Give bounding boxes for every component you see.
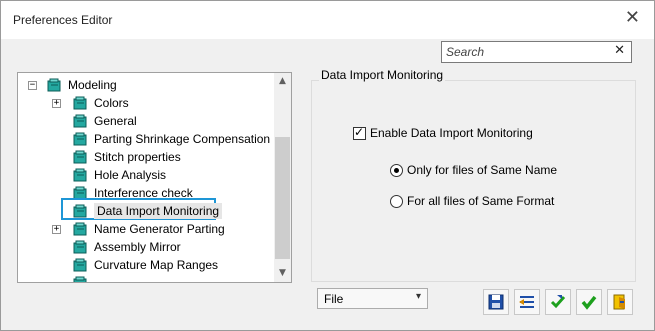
scroll-down-icon[interactable]: ▼ xyxy=(274,265,291,282)
preference-node-icon xyxy=(73,222,87,235)
preferences-tree[interactable]: Modeling − + + Colors General Parting Sh… xyxy=(17,72,292,283)
checkbox-label: Enable Data Import Monitoring xyxy=(370,126,533,140)
tree-item-assembly-mirror[interactable]: Assembly Mirror xyxy=(72,238,181,256)
search-input[interactable] xyxy=(446,44,606,60)
preference-node-icon xyxy=(73,240,87,253)
import-export-button[interactable] xyxy=(514,289,540,315)
apply-button[interactable] xyxy=(545,289,571,315)
expand-colors-icon[interactable]: + xyxy=(52,99,61,108)
tree-item-curvature-map-ranges[interactable]: Curvature Map Ranges xyxy=(72,256,218,274)
radio-button[interactable] xyxy=(390,163,403,177)
tree-item-data-import-monitoring[interactable]: Data Import Monitoring xyxy=(72,202,223,220)
ok-icon xyxy=(581,295,597,310)
preference-node-icon xyxy=(73,96,87,109)
close-window-icon[interactable]: ✕ xyxy=(625,9,640,27)
radio-selected-dot xyxy=(394,167,399,173)
save-icon xyxy=(488,294,504,310)
tree-item-label: General xyxy=(94,114,137,128)
tree-item-parting-shrinkage-compensation[interactable]: Parting Shrinkage Compensation xyxy=(72,130,270,148)
save-button[interactable] xyxy=(483,289,509,315)
tree-item-label: Name Generator Parting xyxy=(94,222,225,236)
preference-node-icon xyxy=(73,168,87,181)
expand-name-generator-parting-icon[interactable]: + xyxy=(52,225,61,234)
tree-item-label: Stitch properties xyxy=(94,150,181,164)
tree-item-partial xyxy=(72,274,94,282)
tree-item-name-generator-parting[interactable]: Name Generator Parting xyxy=(72,220,225,238)
scope-select-value: File xyxy=(324,292,344,306)
chevron-down-icon[interactable]: ▾ xyxy=(416,291,421,302)
exit-button[interactable] xyxy=(607,289,633,315)
tree-item-stitch-properties[interactable]: Stitch properties xyxy=(72,148,181,166)
radio-button[interactable] xyxy=(390,194,403,208)
tree-item-label: Data Import Monitoring xyxy=(94,203,223,219)
modeling-folder-icon xyxy=(47,78,61,91)
import-export-icon xyxy=(519,296,534,308)
tree-item-label: Curvature Map Ranges xyxy=(94,258,219,272)
panel-title: Data Import Monitoring xyxy=(319,68,446,82)
tree-item-label: Colors xyxy=(94,96,129,110)
tree-item-label: Parting Shrinkage Compensation xyxy=(94,132,271,146)
ok-button[interactable] xyxy=(576,289,602,315)
radio-label: For all files of Same Format xyxy=(407,194,555,208)
radio-same-name[interactable]: Only for files of Same Name xyxy=(390,163,557,177)
exit-icon xyxy=(613,294,625,310)
apply-icon xyxy=(550,295,566,309)
scroll-up-icon[interactable]: ▲ xyxy=(274,73,291,90)
checkmark-icon: ✓ xyxy=(354,124,365,139)
tree-item-modeling[interactable]: Modeling xyxy=(46,76,117,94)
preference-node-icon xyxy=(73,114,87,127)
window-title: Preferences Editor xyxy=(13,13,113,27)
settings-group-box xyxy=(311,80,636,282)
radio-same-format[interactable]: For all files of Same Format xyxy=(390,194,554,208)
tree-item-label: Hole Analysis xyxy=(94,168,167,182)
enable-monitoring-checkbox[interactable]: ✓ Enable Data Import Monitoring xyxy=(353,124,533,140)
clear-search-icon[interactable]: ✕ xyxy=(614,43,625,58)
tree-item-general[interactable]: General xyxy=(72,112,137,130)
search-box[interactable]: ✕ xyxy=(441,41,632,63)
preference-node-icon xyxy=(73,204,87,217)
preference-node-icon xyxy=(73,276,87,282)
checkbox-box[interactable]: ✓ xyxy=(353,124,366,140)
preference-node-icon xyxy=(73,132,87,145)
scope-select[interactable]: File ▾ xyxy=(317,288,428,309)
tree-item-label: Modeling xyxy=(68,78,117,92)
tree-scrollbar[interactable]: ▲ ▼ xyxy=(274,73,291,282)
scrollbar-thumb[interactable] xyxy=(275,137,290,259)
preference-node-icon xyxy=(73,150,87,163)
title-bar: Preferences Editor ✕ xyxy=(1,1,654,39)
tree-item-hole-analysis[interactable]: Hole Analysis xyxy=(72,166,166,184)
tree-item-label: Assembly Mirror xyxy=(94,240,181,254)
preferences-editor-window: Preferences Editor ✕ ✕ Modeling − + + Co… xyxy=(0,0,655,331)
radio-label: Only for files of Same Name xyxy=(407,163,558,177)
collapse-modeling-icon[interactable]: − xyxy=(28,81,37,90)
preference-node-icon xyxy=(73,258,87,271)
tree-item-colors[interactable]: Colors xyxy=(72,94,129,112)
